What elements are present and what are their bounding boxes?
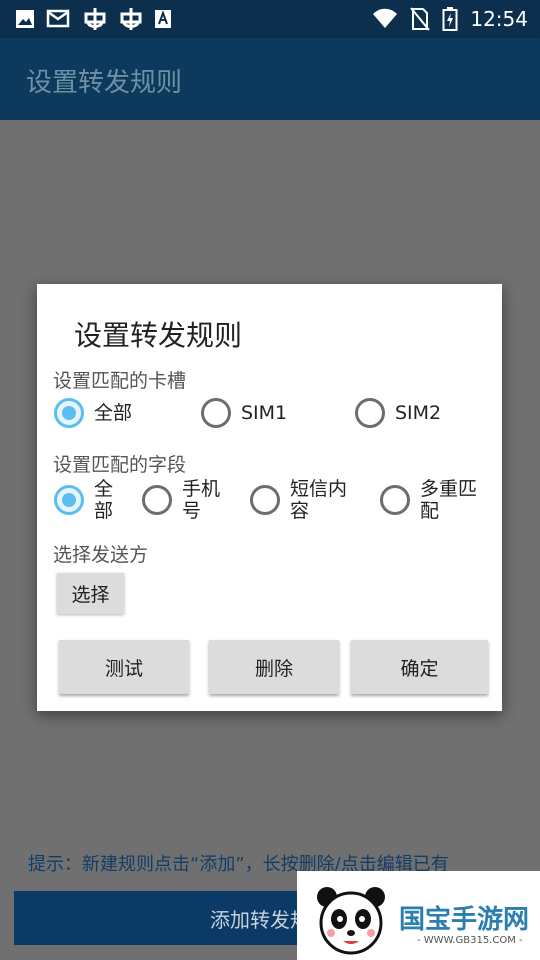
delete-button[interactable]: 删除 (209, 640, 339, 694)
radio-checked-icon (54, 485, 84, 515)
radio-label: 手机号 (182, 478, 221, 522)
clock: 12:54 (470, 7, 528, 31)
radio-sim-all[interactable]: 全部 (54, 398, 132, 428)
test-button[interactable]: 测试 (59, 640, 189, 694)
confirm-button[interactable]: 确定 (351, 640, 488, 694)
radio-unchecked-icon (380, 485, 410, 515)
radio-label: SIM1 (241, 402, 288, 424)
radio-unchecked-icon (250, 485, 280, 515)
dialog-title: 设置转发规则 (74, 319, 243, 352)
app-title: 设置转发规则 (26, 68, 183, 98)
radio-field-multi[interactable]: 多重匹配 (380, 478, 486, 522)
sender-section-label: 选择发送方 (53, 544, 149, 566)
no-sim-icon (410, 7, 431, 31)
radio-unchecked-icon (142, 485, 172, 515)
battery-icon (442, 6, 458, 32)
status-bar: 12:54 (0, 0, 540, 38)
radio-unchecked-icon (201, 398, 231, 428)
radio-checked-icon (54, 398, 84, 428)
sim-section-label: 设置匹配的卡槽 (53, 370, 187, 392)
panda-logo-icon (313, 881, 389, 960)
radio-field-all[interactable]: 全部 (54, 478, 118, 522)
radio-label: 短信内容 (290, 478, 348, 522)
radio-unchecked-icon (355, 398, 385, 428)
radio-label: SIM2 (395, 402, 442, 424)
image-icon (14, 8, 36, 30)
radio-sim2[interactable]: SIM2 (355, 398, 441, 428)
field-section-label: 设置匹配的字段 (53, 454, 187, 476)
bug-icon (118, 6, 144, 32)
bug-icon (82, 6, 108, 32)
radio-field-phone[interactable]: 手机号 (142, 478, 228, 522)
app-bar: 设置转发规则 (0, 38, 540, 120)
mail-icon (46, 8, 72, 30)
watermark-url: - WWW.GB315.COM - (417, 935, 523, 946)
select-sender-button[interactable]: 选择 (57, 573, 124, 614)
a-icon (154, 8, 172, 30)
radio-sim1[interactable]: SIM1 (201, 398, 287, 428)
radio-label: 全部 (94, 402, 133, 424)
watermark: 国宝手游网 - WWW.GB315.COM - (297, 871, 540, 960)
watermark-text: 国宝手游网 (399, 905, 530, 935)
radio-field-content[interactable]: 短信内容 (250, 478, 356, 522)
radio-label: 多重匹配 (420, 478, 478, 522)
wifi-icon (372, 8, 398, 30)
radio-label: 全部 (94, 478, 114, 522)
rule-dialog: 设置转发规则 设置匹配的卡槽 全部 SIM1 SIM2 设置匹配的字段 全部 手… (37, 284, 502, 711)
